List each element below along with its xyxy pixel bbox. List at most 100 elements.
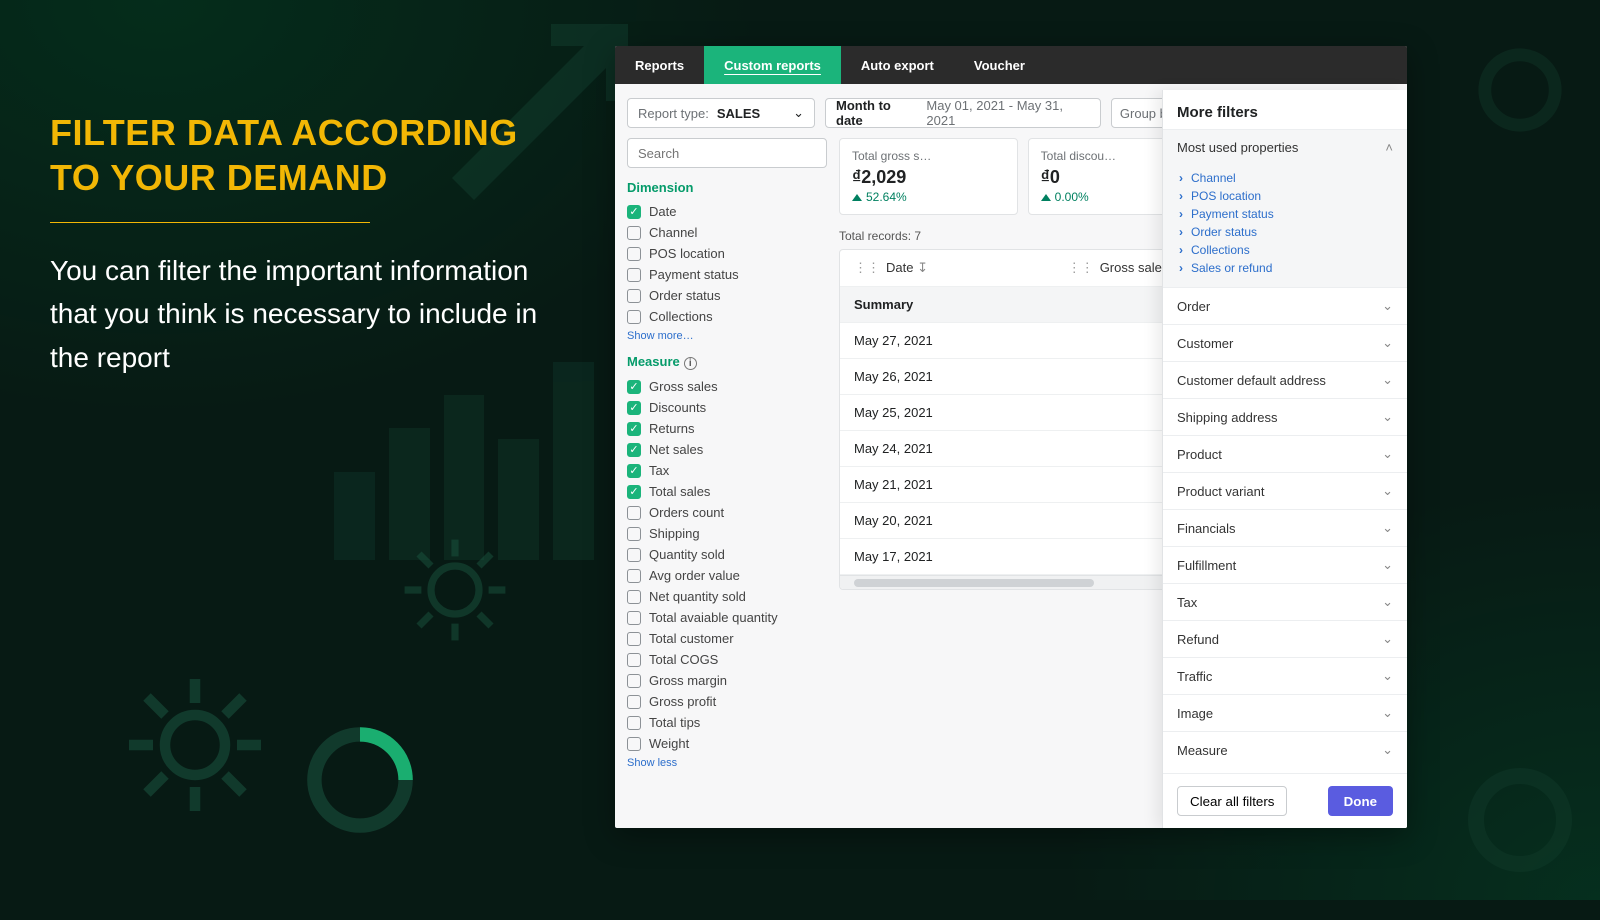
checkbox-item[interactable]: Avg order value xyxy=(627,565,827,586)
filter-group: Refund ⌄ xyxy=(1163,620,1407,657)
checkbox-item[interactable]: Total avaiable quantity xyxy=(627,607,827,628)
checkbox[interactable]: ✓ xyxy=(627,443,641,457)
filter-group-header[interactable]: Product ⌄ xyxy=(1163,436,1407,472)
checkbox[interactable] xyxy=(627,737,641,751)
checkbox-item[interactable]: ✓ Date xyxy=(627,201,827,222)
filter-group-header[interactable]: Refund ⌄ xyxy=(1163,621,1407,657)
filter-group-header[interactable]: Order ⌄ xyxy=(1163,288,1407,324)
filter-group-header[interactable]: Traffic ⌄ xyxy=(1163,658,1407,694)
kpi-card[interactable]: Total gross s… ₫2,029 52.64% xyxy=(839,138,1018,215)
date-range-picker[interactable]: Month to date May 01, 2021 - May 31, 202… xyxy=(825,98,1101,128)
checkbox-item[interactable]: Net quantity sold xyxy=(627,586,827,607)
checkbox-label: Total avaiable quantity xyxy=(649,610,778,625)
checkbox-item[interactable]: ✓Tax xyxy=(627,460,827,481)
checkbox[interactable]: ✓ xyxy=(627,485,641,499)
checkbox[interactable] xyxy=(627,226,641,240)
search-input[interactable] xyxy=(627,138,827,168)
checkbox-label: Payment status xyxy=(649,267,739,282)
tab-reports[interactable]: Reports xyxy=(615,46,704,84)
tab-custom-reports[interactable]: Custom reports xyxy=(704,46,841,84)
checkbox-item[interactable]: Orders count xyxy=(627,502,827,523)
chevron-down-icon: ⌄ xyxy=(1382,668,1393,684)
checkbox-label: Weight xyxy=(649,736,689,751)
filter-property-link[interactable]: Channel xyxy=(1179,169,1391,187)
search-field[interactable] xyxy=(638,146,816,161)
checkbox[interactable] xyxy=(627,548,641,562)
filter-group-header[interactable]: Customer ⌄ xyxy=(1163,325,1407,361)
checkbox[interactable] xyxy=(627,695,641,709)
checkbox-label: Orders count xyxy=(649,505,724,520)
checkbox[interactable] xyxy=(627,506,641,520)
checkbox[interactable] xyxy=(627,674,641,688)
checkbox[interactable] xyxy=(627,590,641,604)
checkbox[interactable] xyxy=(627,569,641,583)
checkbox-item[interactable]: ✓Total sales xyxy=(627,481,827,502)
checkbox-item[interactable]: Shipping xyxy=(627,523,827,544)
checkbox-item[interactable]: ✓Gross sales xyxy=(627,376,827,397)
checkbox[interactable] xyxy=(627,268,641,282)
filter-property-link[interactable]: Payment status xyxy=(1179,205,1391,223)
info-icon[interactable]: i xyxy=(684,357,697,370)
checkbox[interactable] xyxy=(627,527,641,541)
checkbox-item[interactable]: Total COGS xyxy=(627,649,827,670)
filter-group-header[interactable]: Measure ⌄ xyxy=(1163,732,1407,768)
checkbox[interactable]: ✓ xyxy=(627,464,641,478)
chevron-down-icon: ⌄ xyxy=(1382,446,1393,462)
checkbox-item[interactable]: ✓Returns xyxy=(627,418,827,439)
checkbox-label: Date xyxy=(649,204,676,219)
checkbox[interactable]: ✓ xyxy=(627,401,641,415)
checkbox-item[interactable]: Payment status xyxy=(627,264,827,285)
checkbox-item[interactable]: Collections xyxy=(627,306,827,327)
checkbox-item[interactable]: POS location xyxy=(627,243,827,264)
drag-handle-icon[interactable]: ⋮⋮ xyxy=(854,260,880,275)
checkbox-item[interactable]: ✓ Discounts xyxy=(627,397,827,418)
measure-show-less[interactable]: Show less xyxy=(627,757,677,769)
filter-group-header[interactable]: Image ⌄ xyxy=(1163,695,1407,731)
checkbox-item[interactable]: ✓Net sales xyxy=(627,439,827,460)
checkbox-label: Discounts xyxy=(649,400,706,415)
checkbox-item[interactable]: Channel xyxy=(627,222,827,243)
checkbox-item[interactable]: Order status xyxy=(627,285,827,306)
checkbox-item[interactable]: Weight xyxy=(627,733,827,754)
checkbox[interactable] xyxy=(627,289,641,303)
tab-voucher[interactable]: Voucher xyxy=(954,46,1045,84)
tab-label: Reports xyxy=(635,58,684,73)
filter-group-header[interactable]: Shipping address ⌄ xyxy=(1163,399,1407,435)
scrollbar-thumb[interactable] xyxy=(854,579,1094,587)
checkbox-item[interactable]: Quantity sold xyxy=(627,544,827,565)
filter-group-header[interactable]: Product variant ⌄ xyxy=(1163,473,1407,509)
checkbox[interactable] xyxy=(627,310,641,324)
checkbox-item[interactable]: Gross margin xyxy=(627,670,827,691)
measure-title-text: Measure xyxy=(627,354,680,369)
checkbox[interactable]: ✓ xyxy=(627,422,641,436)
filter-property-link[interactable]: Collections xyxy=(1179,241,1391,259)
dimension-show-more[interactable]: Show more… xyxy=(627,330,694,342)
drag-handle-icon[interactable]: ⋮⋮ xyxy=(1068,260,1094,275)
filter-group-header[interactable]: Financials ⌄ xyxy=(1163,510,1407,546)
column-header[interactable]: ⋮⋮Date ↧ xyxy=(854,260,1068,276)
filter-group-header[interactable]: Tax ⌄ xyxy=(1163,584,1407,620)
clear-filters-button[interactable]: Clear all filters xyxy=(1177,786,1287,816)
checkbox[interactable]: ✓ xyxy=(627,205,641,219)
checkbox-item[interactable]: Total customer xyxy=(627,628,827,649)
checkbox-item[interactable]: Gross profit xyxy=(627,691,827,712)
filter-group-header[interactable]: Customer default address ⌄ xyxy=(1163,362,1407,398)
report-type-select[interactable]: Report type: SALES ⌄ xyxy=(627,98,815,128)
filter-property-link[interactable]: POS location xyxy=(1179,187,1391,205)
checkbox[interactable]: ✓ xyxy=(627,380,641,394)
filter-group-header[interactable]: Fulfillment ⌄ xyxy=(1163,547,1407,583)
checkbox[interactable] xyxy=(627,716,641,730)
filter-property-link[interactable]: Sales or refund xyxy=(1179,259,1391,277)
filter-group: Product ⌄ xyxy=(1163,435,1407,472)
filter-property-link[interactable]: Order status xyxy=(1179,223,1391,241)
done-button[interactable]: Done xyxy=(1328,786,1393,816)
checkbox[interactable] xyxy=(627,632,641,646)
checkbox-item[interactable]: Total tips xyxy=(627,712,827,733)
most-used-header[interactable]: Most used properties ˄ xyxy=(1163,130,1407,165)
tab-auto-export[interactable]: Auto export xyxy=(841,46,954,84)
chevron-down-icon: ⌄ xyxy=(1382,483,1393,499)
checkbox[interactable] xyxy=(627,247,641,261)
filter-group-label: Fulfillment xyxy=(1177,558,1236,573)
checkbox[interactable] xyxy=(627,653,641,667)
checkbox[interactable] xyxy=(627,611,641,625)
